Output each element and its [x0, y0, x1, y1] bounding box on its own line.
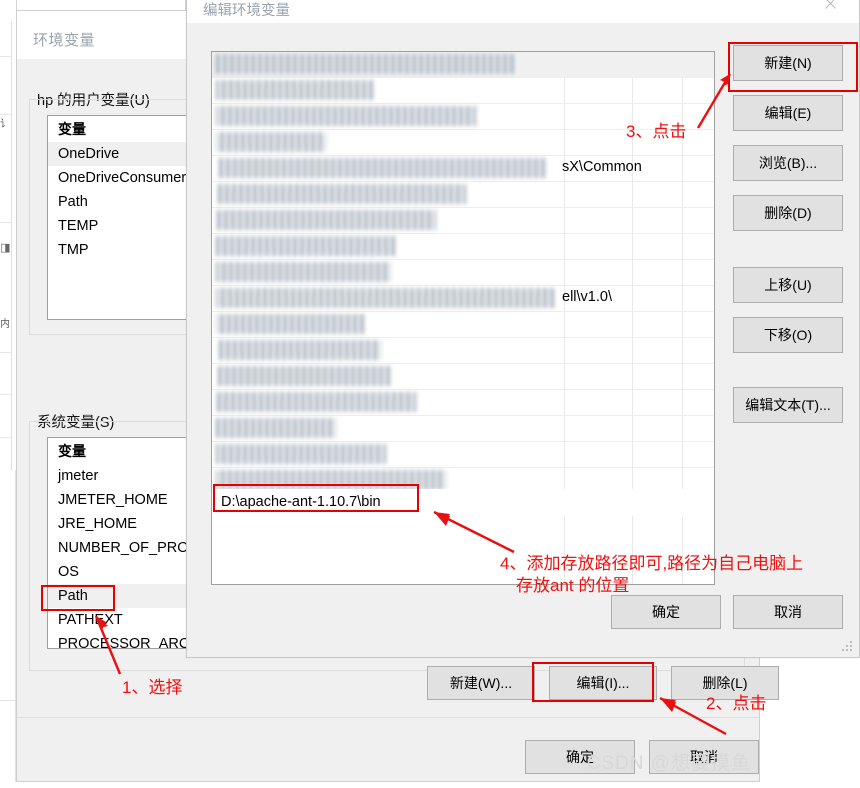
path-entry-blurred-text [216, 158, 546, 178]
edit-ok-button[interactable]: 确定 [611, 595, 721, 629]
path-entry-row[interactable] [212, 338, 714, 364]
system-edit-button[interactable]: 编辑(I)... [549, 666, 657, 700]
path-entry-blurred-text [216, 314, 366, 334]
edit-cancel-button[interactable]: 取消 [733, 595, 843, 629]
path-entry-blurred-text [216, 366, 391, 386]
edit-move-down-button[interactable]: 下移(O) [733, 317, 843, 353]
path-entry-row[interactable] [212, 442, 714, 468]
path-entry-blurred-text [216, 132, 326, 152]
path-entry-blurred-text [216, 184, 466, 204]
path-entry-visible-fragment: sX\Common [562, 159, 642, 175]
edit-new-button[interactable]: 新建(N) [733, 45, 843, 81]
path-entry-blurred-text [216, 210, 436, 230]
annotation-step2: 2、点击 [706, 694, 767, 713]
path-entry-row[interactable] [212, 78, 714, 104]
path-entry-row[interactable] [212, 260, 714, 286]
background-left-glyph-bottom: 内 [0, 319, 10, 330]
path-entry-blurred-text [216, 54, 516, 74]
path-entry-blurred-text [216, 418, 336, 438]
edit-delete-button[interactable]: 删除(D) [733, 195, 843, 231]
annotation-step1: 1、选择 [122, 678, 183, 697]
path-entry-row[interactable] [212, 416, 714, 442]
resize-grip-icon[interactable] [842, 641, 854, 653]
close-icon[interactable] [807, 0, 853, 19]
path-entry-blurred-text [216, 392, 416, 412]
system-new-button[interactable]: 新建(W)... [427, 666, 535, 700]
path-entry-blurred-text [216, 288, 556, 308]
edit-browse-button[interactable]: 浏览(B)... [733, 145, 843, 181]
path-entry-blurred-text [216, 80, 376, 100]
background-left-glyph-mid: ◨ [0, 242, 11, 254]
path-entry-row[interactable] [212, 312, 714, 338]
screenshot-root: 讠 ◨ 内 乒 环境变量 hp 的用户变量(U) 变量 OneDrive One… [0, 0, 860, 788]
path-entry-blurred-text [216, 444, 386, 464]
background-left-lower [0, 470, 16, 782]
new-path-entry-input[interactable]: D:\apache-ant-1.10.7\bin [218, 491, 384, 513]
path-entry-visible-fragment: ell\v1.0\ [562, 289, 612, 305]
edit-edit-button[interactable]: 编辑(E) [733, 95, 843, 131]
path-entry-row[interactable] [212, 234, 714, 260]
background-left-glyph-top: 讠 [0, 119, 10, 130]
path-entry-blurred-text [216, 236, 396, 256]
path-entry-row[interactable] [212, 182, 714, 208]
path-entry-row[interactable] [212, 208, 714, 234]
path-entry-row[interactable]: sX\Common [212, 156, 714, 182]
edit-move-up-button[interactable]: 上移(U) [733, 267, 843, 303]
path-entry-blurred-text [216, 106, 476, 126]
path-entry-row[interactable]: ell\v1.0\ [212, 286, 714, 312]
path-entry-row[interactable] [212, 52, 714, 78]
path-entry-row[interactable] [212, 390, 714, 416]
dialog-footer-divider [17, 717, 759, 718]
env-dialog-title: 环境变量 [33, 32, 96, 49]
edit-dialog-title: 编辑环境变量 [203, 3, 290, 19]
watermark: CSDN @想要摸鱼 [586, 753, 751, 774]
path-entry-blurred-text [216, 470, 446, 490]
path-entry-blurred-text [216, 262, 391, 282]
path-entry-row[interactable] [212, 364, 714, 390]
path-entry-blurred-text [216, 340, 381, 360]
annotation-step3: 3、点击 [626, 122, 687, 141]
annotation-step4-line2: 存放ant 的位置 [516, 576, 630, 595]
edit-edit-text-button[interactable]: 编辑文本(T)... [733, 387, 843, 423]
annotation-step4-line1: 4、添加存放路径即可,路径为自己电脑上 [500, 554, 804, 573]
background-left-divider [0, 700, 16, 701]
